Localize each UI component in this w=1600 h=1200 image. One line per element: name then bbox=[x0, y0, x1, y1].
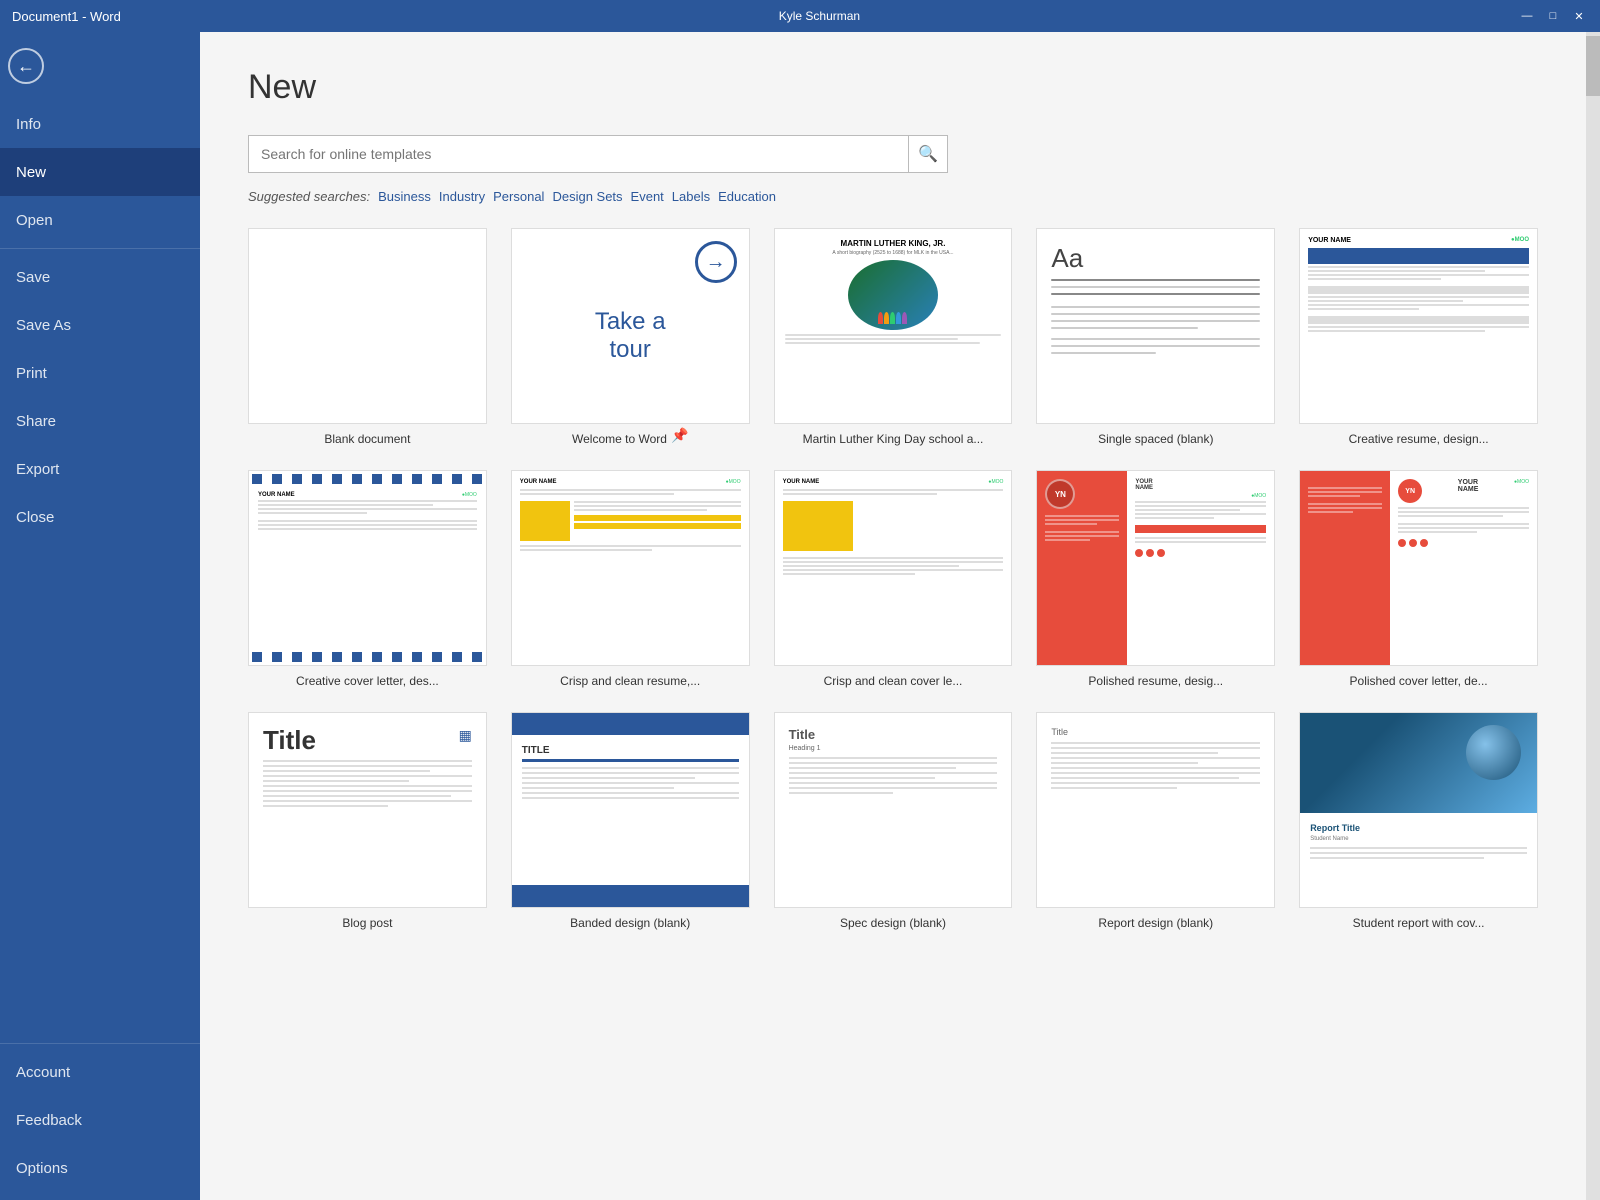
template-cover-letter[interactable]: YOUR NAME●MOO bbox=[248, 470, 487, 688]
content-area: New 🔍 Suggested searches: Business Indus… bbox=[200, 32, 1586, 1200]
maximize-button[interactable]: □ bbox=[1544, 7, 1562, 25]
sidebar-item-save[interactable]: Save bbox=[0, 253, 200, 301]
sidebar-divider-2 bbox=[0, 1043, 200, 1044]
template-report-thumb: Title bbox=[1036, 712, 1275, 908]
suggested-education[interactable]: Education bbox=[718, 189, 776, 204]
template-cover-letter-label: Creative cover letter, des... bbox=[248, 674, 487, 688]
template-crisp-resume-label: Crisp and clean resume,... bbox=[511, 674, 750, 688]
sidebar-item-close[interactable]: Close bbox=[0, 493, 200, 541]
search-container: 🔍 bbox=[248, 135, 948, 173]
template-student-report-label: Student report with cov... bbox=[1299, 916, 1538, 930]
template-polished-cover-thumb: YN YOURNAME ●MOO bbox=[1299, 470, 1538, 666]
template-blank[interactable]: Blank document bbox=[248, 228, 487, 446]
template-polished-resume-thumb: YN YOURNAME ●MOO bbox=[1036, 470, 1275, 666]
scrollbar-thumb[interactable] bbox=[1586, 36, 1600, 96]
suggested-searches: Suggested searches: Business Industry Pe… bbox=[248, 189, 1538, 204]
sidebar-item-new[interactable]: New bbox=[0, 148, 200, 196]
template-mlk-label: Martin Luther King Day school a... bbox=[774, 432, 1013, 446]
titlebar: Document1 - Word Kyle Schurman — □ ✕ bbox=[0, 0, 1600, 32]
template-banded[interactable]: TITLE bbox=[511, 712, 750, 930]
sidebar-item-print[interactable]: Print bbox=[0, 349, 200, 397]
sidebar-item-export[interactable]: Export bbox=[0, 445, 200, 493]
template-blank-label: Blank document bbox=[248, 432, 487, 446]
template-blog-thumb: Title ▦ bbox=[248, 712, 487, 908]
template-report[interactable]: Title bbox=[1036, 712, 1275, 930]
sidebar-item-account[interactable]: Account bbox=[0, 1048, 200, 1096]
sidebar-item-save-as[interactable]: Save As bbox=[0, 301, 200, 349]
template-blog-label: Blog post bbox=[248, 916, 487, 930]
template-mlk[interactable]: MARTIN LUTHER KING, JR. A short biograph… bbox=[774, 228, 1013, 446]
template-spec[interactable]: Title Heading 1 bbox=[774, 712, 1013, 930]
template-polished-resume[interactable]: YN YOURNAME ●MOO bbox=[1036, 470, 1275, 688]
template-crisp-resume-thumb: YOUR NAME ●MOO bbox=[511, 470, 750, 666]
template-polished-cover-label: Polished cover letter, de... bbox=[1299, 674, 1538, 688]
template-creative-resume-thumb: YOUR NAME ●MOO bbox=[1299, 228, 1538, 424]
template-polished-cover[interactable]: YN YOURNAME ●MOO bbox=[1299, 470, 1538, 688]
sidebar: ← Info New Open Save Save As Print Share… bbox=[0, 32, 200, 1200]
template-crisp-resume[interactable]: YOUR NAME ●MOO bbox=[511, 470, 750, 688]
scrollbar-track[interactable] bbox=[1586, 32, 1600, 1200]
back-button[interactable]: ← bbox=[0, 40, 52, 92]
pin-icon: 📌 bbox=[671, 427, 688, 444]
suggested-industry[interactable]: Industry bbox=[439, 189, 485, 204]
sidebar-item-open[interactable]: Open bbox=[0, 196, 200, 244]
close-button[interactable]: ✕ bbox=[1570, 7, 1588, 25]
templates-grid: Blank document → Take atour Welcome to W… bbox=[248, 228, 1538, 930]
template-spec-thumb: Title Heading 1 bbox=[774, 712, 1013, 908]
suggested-labels[interactable]: Labels bbox=[672, 189, 710, 204]
template-spec-label: Spec design (blank) bbox=[774, 916, 1013, 930]
template-tour-label: Welcome to Word bbox=[572, 432, 667, 446]
template-creative-resume-label: Creative resume, design... bbox=[1299, 432, 1538, 446]
template-single-spaced[interactable]: Aa bbox=[1036, 228, 1275, 446]
template-banded-label: Banded design (blank) bbox=[511, 916, 750, 930]
suggested-event[interactable]: Event bbox=[631, 189, 664, 204]
search-input[interactable] bbox=[248, 135, 908, 173]
suggested-label: Suggested searches: bbox=[248, 189, 370, 204]
page-title: New bbox=[248, 68, 1538, 107]
template-single-spaced-label: Single spaced (blank) bbox=[1036, 432, 1275, 446]
template-tour-thumb: → Take atour bbox=[511, 228, 750, 424]
template-single-spaced-thumb: Aa bbox=[1036, 228, 1275, 424]
suggested-design-sets[interactable]: Design Sets bbox=[552, 189, 622, 204]
template-student-report-thumb: Report Title Student Name bbox=[1299, 712, 1538, 908]
template-crisp-cover-thumb: YOUR NAME ●MOO bbox=[774, 470, 1013, 666]
sidebar-item-info[interactable]: Info bbox=[0, 100, 200, 148]
titlebar-title: Document1 - Word bbox=[12, 9, 121, 24]
template-cover-letter-thumb: YOUR NAME●MOO bbox=[248, 470, 487, 666]
template-blank-thumb bbox=[248, 228, 487, 424]
template-creative-resume[interactable]: YOUR NAME ●MOO bbox=[1299, 228, 1538, 446]
back-icon: ← bbox=[8, 48, 44, 84]
template-crisp-cover-label: Crisp and clean cover le... bbox=[774, 674, 1013, 688]
minimize-button[interactable]: — bbox=[1518, 7, 1536, 25]
template-tour[interactable]: → Take atour Welcome to Word 📌 bbox=[511, 228, 750, 446]
titlebar-user: Kyle Schurman bbox=[779, 9, 860, 23]
template-polished-resume-label: Polished resume, desig... bbox=[1036, 674, 1275, 688]
template-banded-thumb: TITLE bbox=[511, 712, 750, 908]
sidebar-item-feedback[interactable]: Feedback bbox=[0, 1096, 200, 1144]
sidebar-divider-1 bbox=[0, 248, 200, 249]
suggested-business[interactable]: Business bbox=[378, 189, 431, 204]
template-crisp-cover[interactable]: YOUR NAME ●MOO bbox=[774, 470, 1013, 688]
sidebar-item-share[interactable]: Share bbox=[0, 397, 200, 445]
main-content: New 🔍 Suggested searches: Business Indus… bbox=[200, 32, 1600, 1200]
template-student-report[interactable]: Report Title Student Name Student report… bbox=[1299, 712, 1538, 930]
sidebar-item-options[interactable]: Options bbox=[0, 1144, 200, 1192]
template-report-label: Report design (blank) bbox=[1036, 916, 1275, 930]
template-blog[interactable]: Title ▦ bbox=[248, 712, 487, 930]
search-button[interactable]: 🔍 bbox=[908, 135, 948, 173]
template-mlk-thumb: MARTIN LUTHER KING, JR. A short biograph… bbox=[774, 228, 1013, 424]
suggested-personal[interactable]: Personal bbox=[493, 189, 544, 204]
